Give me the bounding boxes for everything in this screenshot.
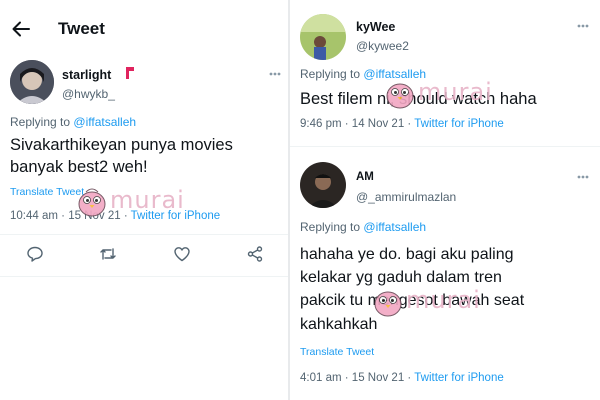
tweet-text: Sivakarthikeyan punya movies banyak best… <box>10 135 233 179</box>
tweet-detail-panel: Tweet starlight @hwykb_ Replying to @iff… <box>0 0 288 400</box>
tweet-time[interactable]: 10:44 am <box>10 210 58 222</box>
divider <box>0 276 288 277</box>
avatar[interactable] <box>10 60 54 104</box>
reply-target-link[interactable]: @iffatsalleh <box>73 115 136 129</box>
avatar[interactable] <box>300 14 346 60</box>
tweet-source: Twitter for iPhone <box>414 372 504 384</box>
divider <box>290 146 600 147</box>
tweet-text: Best filem ni, should watch haha <box>300 90 537 108</box>
like-icon[interactable] <box>173 245 191 263</box>
translate-tweet-link[interactable]: Translate Tweet <box>300 346 374 358</box>
share-icon[interactable] <box>246 245 264 263</box>
reply-icon[interactable] <box>26 245 44 263</box>
author-handle[interactable]: @_ammirulmazlan <box>356 190 456 204</box>
author-handle[interactable]: @hwykb_ <box>62 87 115 101</box>
author-name[interactable]: AM <box>356 171 374 183</box>
avatar[interactable] <box>300 162 346 208</box>
more-icon[interactable] <box>576 174 590 180</box>
tweet-source: Twitter for iPhone <box>414 118 504 130</box>
tweet-date[interactable]: 15 Nov 21 <box>352 372 404 384</box>
replying-prefix: Replying to <box>300 67 361 81</box>
tweet-text-line: banyak best2 weh! <box>10 157 148 176</box>
divider <box>0 234 288 235</box>
tweet-date[interactable]: 15 Nov 21 <box>68 210 120 222</box>
tweet-text-line: Sivakarthikeyan punya movies <box>10 136 233 154</box>
tweet-timestamp: 10:44 am · 15 Nov 21 · Twitter for iPhon… <box>10 210 221 222</box>
tweet-time[interactable]: 9:46 pm <box>300 118 342 130</box>
author-name[interactable]: kyWee <box>356 20 395 34</box>
author-name[interactable]: starlight <box>62 68 111 82</box>
tweet-date[interactable]: 14 Nov 21 <box>352 118 404 130</box>
tweet-text-line: hahaha ye do. bagi aku paling <box>300 246 514 263</box>
retweet-icon[interactable] <box>99 245 117 263</box>
more-icon[interactable] <box>268 71 282 77</box>
tweet-text: hahaha ye do. bagi aku paling kelakar yg… <box>300 243 524 336</box>
replies-panel: kyWee @kywee2 Replying to @iffatsalleh B… <box>290 0 600 400</box>
reply-target-link[interactable]: @iffatsalleh <box>363 220 426 234</box>
tweet-text-line: pakcik tu mengesot bawah seat <box>300 292 525 310</box>
page-title: Tweet <box>58 19 105 38</box>
tweet-text-line: kahkahkah <box>300 315 378 333</box>
verified-flag-icon <box>126 67 134 79</box>
reply-target-link[interactable]: @iffatsalleh <box>363 67 426 81</box>
back-arrow-icon[interactable] <box>10 18 32 40</box>
tweet-time[interactable]: 4:01 am <box>300 372 342 384</box>
tweet-source: Twitter for iPhone <box>130 210 221 222</box>
more-icon[interactable] <box>576 23 590 29</box>
replying-to: Replying to @iffatsalleh <box>10 115 136 129</box>
tweet-timestamp: 4:01 am · 15 Nov 21 · Twitter for iPhone <box>300 372 504 384</box>
tweet-text-line: kelakar yg gaduh dalam tren <box>300 269 502 287</box>
translate-tweet-link[interactable]: Translate Tweet <box>10 186 84 198</box>
replying-prefix: Replying to <box>10 115 71 129</box>
author-handle[interactable]: @kywee2 <box>356 39 409 53</box>
replying-to: Replying to @iffatsalleh <box>300 67 426 81</box>
tweet-header: Tweet <box>0 12 288 46</box>
tweet-timestamp: 9:46 pm · 14 Nov 21 · Twitter for iPhone <box>300 118 504 130</box>
replying-prefix: Replying to <box>300 220 361 234</box>
replying-to: Replying to @iffatsalleh <box>300 220 426 234</box>
